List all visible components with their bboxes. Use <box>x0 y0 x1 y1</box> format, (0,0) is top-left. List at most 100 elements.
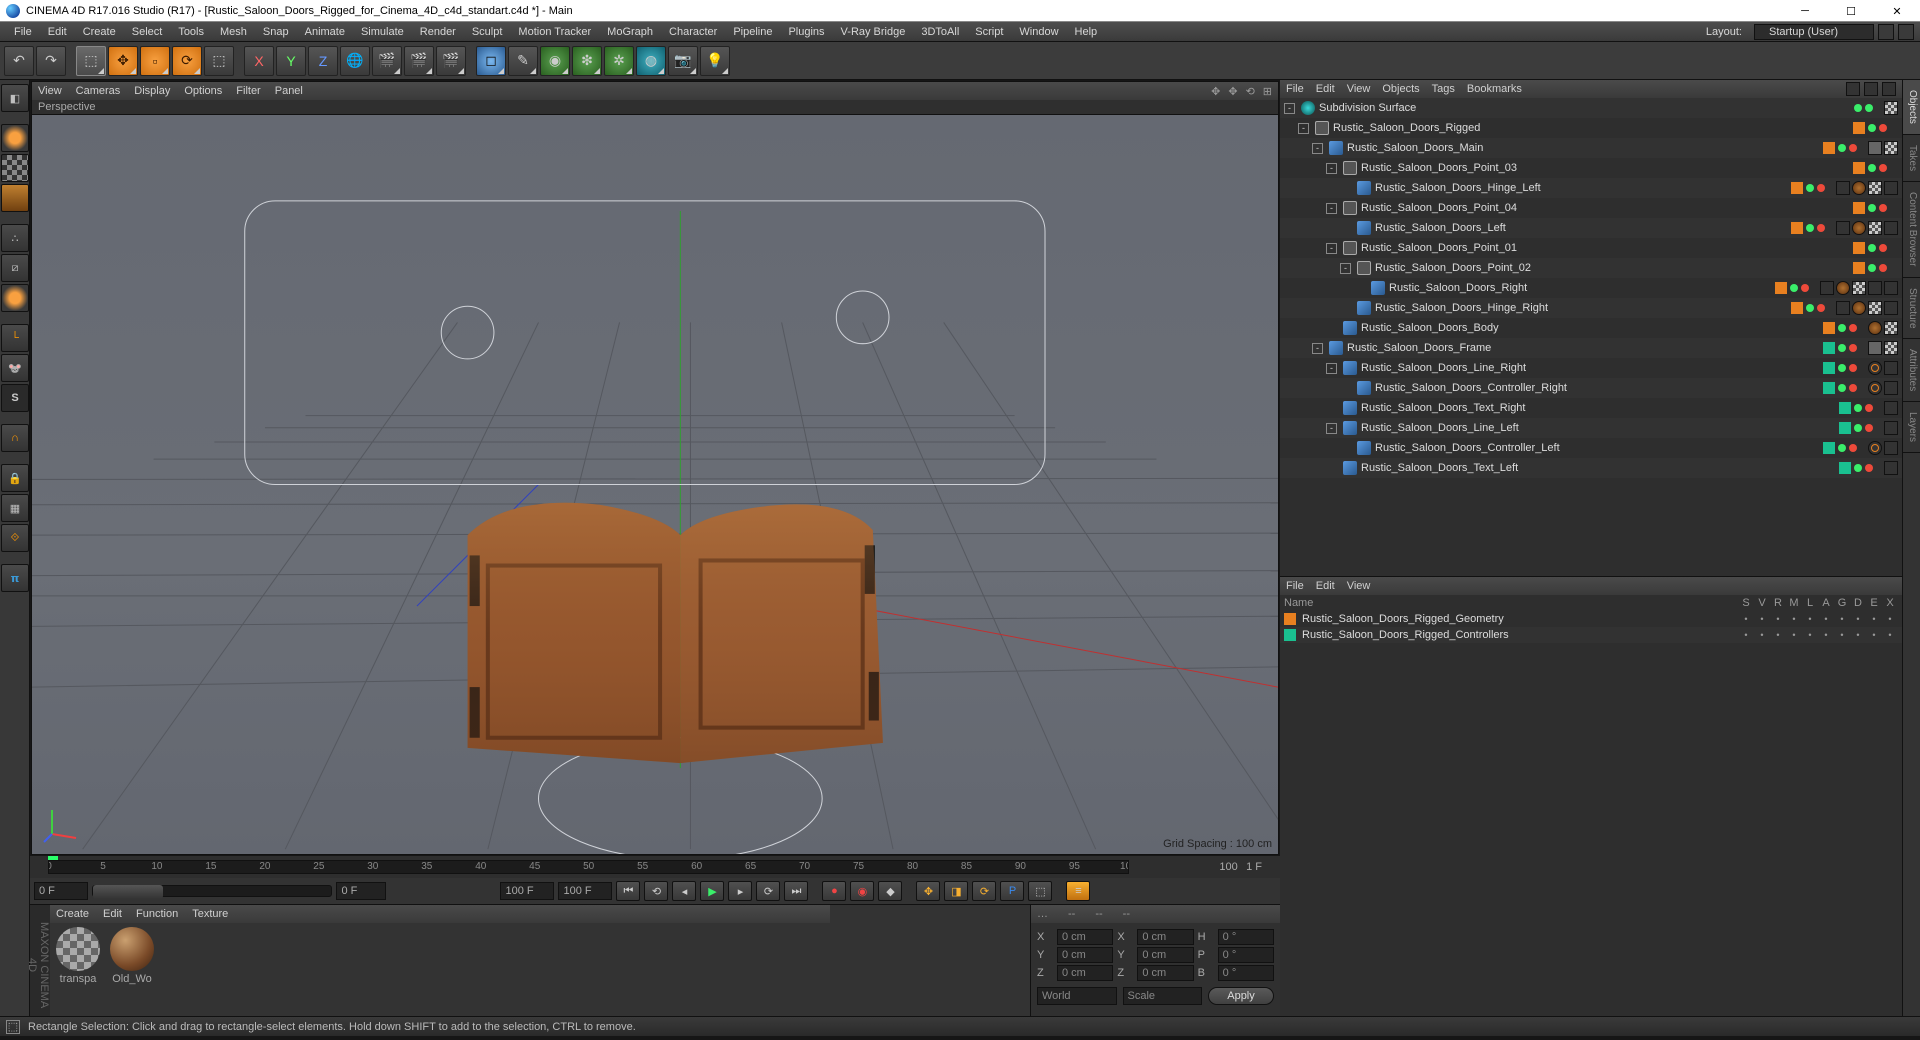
layer-swatch[interactable] <box>1823 362 1835 374</box>
coord-Y-5[interactable] <box>1218 947 1274 963</box>
layer-swatch[interactable] <box>1853 242 1865 254</box>
visibility-dots[interactable] <box>1837 384 1858 392</box>
param-key[interactable]: P <box>1000 881 1024 901</box>
obj-row[interactable]: -Rustic_Saloon_Doors_Rigged <box>1280 118 1902 138</box>
menu-help[interactable]: Help <box>1067 22 1106 42</box>
autokey-button[interactable]: ◉ <box>850 881 874 901</box>
object-manager-tree[interactable]: -Subdivision Surface-Rustic_Saloon_Doors… <box>1280 98 1902 576</box>
material-transpa[interactable]: transpa <box>54 927 102 985</box>
apply-button[interactable]: Apply <box>1208 987 1274 1005</box>
layer-swatch[interactable] <box>1823 322 1835 334</box>
tag-dots[interactable] <box>1836 301 1850 315</box>
tag-xp[interactable] <box>1884 301 1898 315</box>
layer-swatch[interactable] <box>1791 302 1803 314</box>
scale-tool[interactable]: ▫ <box>140 46 170 76</box>
layer-swatch[interactable] <box>1839 462 1851 474</box>
layer-swatch[interactable] <box>1791 182 1803 194</box>
tag-checker[interactable] <box>1868 181 1882 195</box>
menu-create[interactable]: Create <box>75 22 124 42</box>
obj-menu-tags[interactable]: Tags <box>1432 83 1455 95</box>
workplane-mode[interactable] <box>1 184 29 212</box>
viewport-canvas[interactable]: Grid Spacing : 100 cm <box>32 115 1278 854</box>
timeline-ruler[interactable]: 0510152025303540455055606570758085909510… <box>30 856 1280 878</box>
visibility-dots[interactable] <box>1867 204 1888 212</box>
vp-menu-filter[interactable]: Filter <box>236 85 260 97</box>
menu-snap[interactable]: Snap <box>255 22 297 42</box>
add-deformer[interactable]: ✲ <box>604 46 634 76</box>
rotate-tool[interactable]: ⟳ <box>172 46 202 76</box>
menu-pipeline[interactable]: Pipeline <box>725 22 780 42</box>
axis-y[interactable]: Y <box>276 46 306 76</box>
obj-row[interactable]: -Rustic_Saloon_Doors_Main <box>1280 138 1902 158</box>
tag-xp[interactable] <box>1884 221 1898 235</box>
tree-toggle[interactable]: - <box>1326 423 1337 434</box>
menu-window[interactable]: Window <box>1011 22 1066 42</box>
tag-xp[interactable] <box>1884 281 1898 295</box>
visibility-dots[interactable] <box>1867 244 1888 252</box>
visibility-dots[interactable] <box>1837 324 1858 332</box>
tag-xp[interactable] <box>1884 381 1898 395</box>
obj-row[interactable]: Rustic_Saloon_Doors_Controller_Left <box>1280 438 1902 458</box>
layout-dropdown[interactable]: Startup (User) <box>1754 24 1874 40</box>
play-button[interactable]: ▶ <box>700 881 724 901</box>
axis-x[interactable]: X <box>244 46 274 76</box>
maximize-button[interactable]: ☐ <box>1828 0 1874 22</box>
tab-attributes[interactable]: Attributes <box>1903 339 1920 402</box>
menu-simulate[interactable]: Simulate <box>353 22 412 42</box>
layer-swatch[interactable] <box>1823 342 1835 354</box>
range-start[interactable]: 0 F <box>34 882 88 900</box>
mat-menu-function[interactable]: Function <box>136 908 178 920</box>
tab-structure[interactable]: Structure <box>1903 278 1920 340</box>
tab-layers[interactable]: Layers <box>1903 402 1920 453</box>
vp-zoom-icon[interactable]: ✥ <box>1228 85 1237 98</box>
visibility-dots[interactable] <box>1789 284 1810 292</box>
render-pv[interactable]: 🎬 <box>404 46 434 76</box>
move-tool[interactable]: ✥ <box>108 46 138 76</box>
undo-button[interactable]: ↶ <box>4 46 34 76</box>
obj-row[interactable]: Rustic_Saloon_Doors_Right <box>1280 278 1902 298</box>
coord-Y-3[interactable] <box>1137 947 1193 963</box>
tag-checker[interactable] <box>1884 341 1898 355</box>
prev-key-button[interactable]: ⟲ <box>644 881 668 901</box>
keyframe-sel[interactable]: ◆ <box>878 881 902 901</box>
axis-mode[interactable]: └ <box>1 324 29 352</box>
tag-xp[interactable] <box>1884 361 1898 375</box>
add-cube[interactable]: ◻ <box>476 46 506 76</box>
point-mode[interactable]: ∴ <box>1 224 29 252</box>
obj-row[interactable]: Rustic_Saloon_Doors_Text_Left <box>1280 458 1902 478</box>
texture-mode[interactable] <box>1 154 29 182</box>
tree-toggle[interactable]: - <box>1312 343 1323 354</box>
tree-toggle[interactable]: - <box>1284 103 1295 114</box>
tag-checker[interactable] <box>1868 221 1882 235</box>
tag-wood[interactable] <box>1868 321 1882 335</box>
vp-menu-panel[interactable]: Panel <box>275 85 303 97</box>
obj-row[interactable]: -Rustic_Saloon_Doors_Point_02 <box>1280 258 1902 278</box>
add-camera[interactable]: 📷 <box>668 46 698 76</box>
pla-key[interactable]: ⬚ <box>1028 881 1052 901</box>
pos-key[interactable]: ✥ <box>916 881 940 901</box>
layer-swatch[interactable] <box>1853 202 1865 214</box>
model-mode[interactable] <box>1 124 29 152</box>
visibility-dots[interactable] <box>1805 224 1826 232</box>
make-editable[interactable]: ◧ <box>1 84 29 112</box>
tag-xp[interactable] <box>1884 421 1898 435</box>
next-frame-button[interactable]: ▸ <box>728 881 752 901</box>
visibility-dots[interactable] <box>1805 184 1826 192</box>
visibility-dots[interactable] <box>1853 464 1874 472</box>
search-icon[interactable] <box>1846 82 1860 96</box>
add-light[interactable]: 💡 <box>700 46 730 76</box>
layer-row[interactable]: Rustic_Saloon_Doors_Rigged_Geometry•••••… <box>1280 611 1902 627</box>
vp-rotate-icon[interactable]: ⟲ <box>1246 85 1255 98</box>
visibility-dots[interactable] <box>1837 144 1858 152</box>
obj-menu-objects[interactable]: Objects <box>1382 83 1419 95</box>
viewport-solo[interactable]: 🐭 <box>1 354 29 382</box>
visibility-dots[interactable] <box>1837 364 1858 372</box>
coord-Y-1[interactable] <box>1057 947 1113 963</box>
tab-content-browser[interactable]: Content Browser <box>1903 182 1920 277</box>
tree-toggle[interactable]: - <box>1312 143 1323 154</box>
layer-menu-file[interactable]: File <box>1286 580 1304 592</box>
menu-render[interactable]: Render <box>412 22 464 42</box>
layer-swatch[interactable] <box>1823 442 1835 454</box>
mat-menu-create[interactable]: Create <box>56 908 89 920</box>
rot-key[interactable]: ⟳ <box>972 881 996 901</box>
